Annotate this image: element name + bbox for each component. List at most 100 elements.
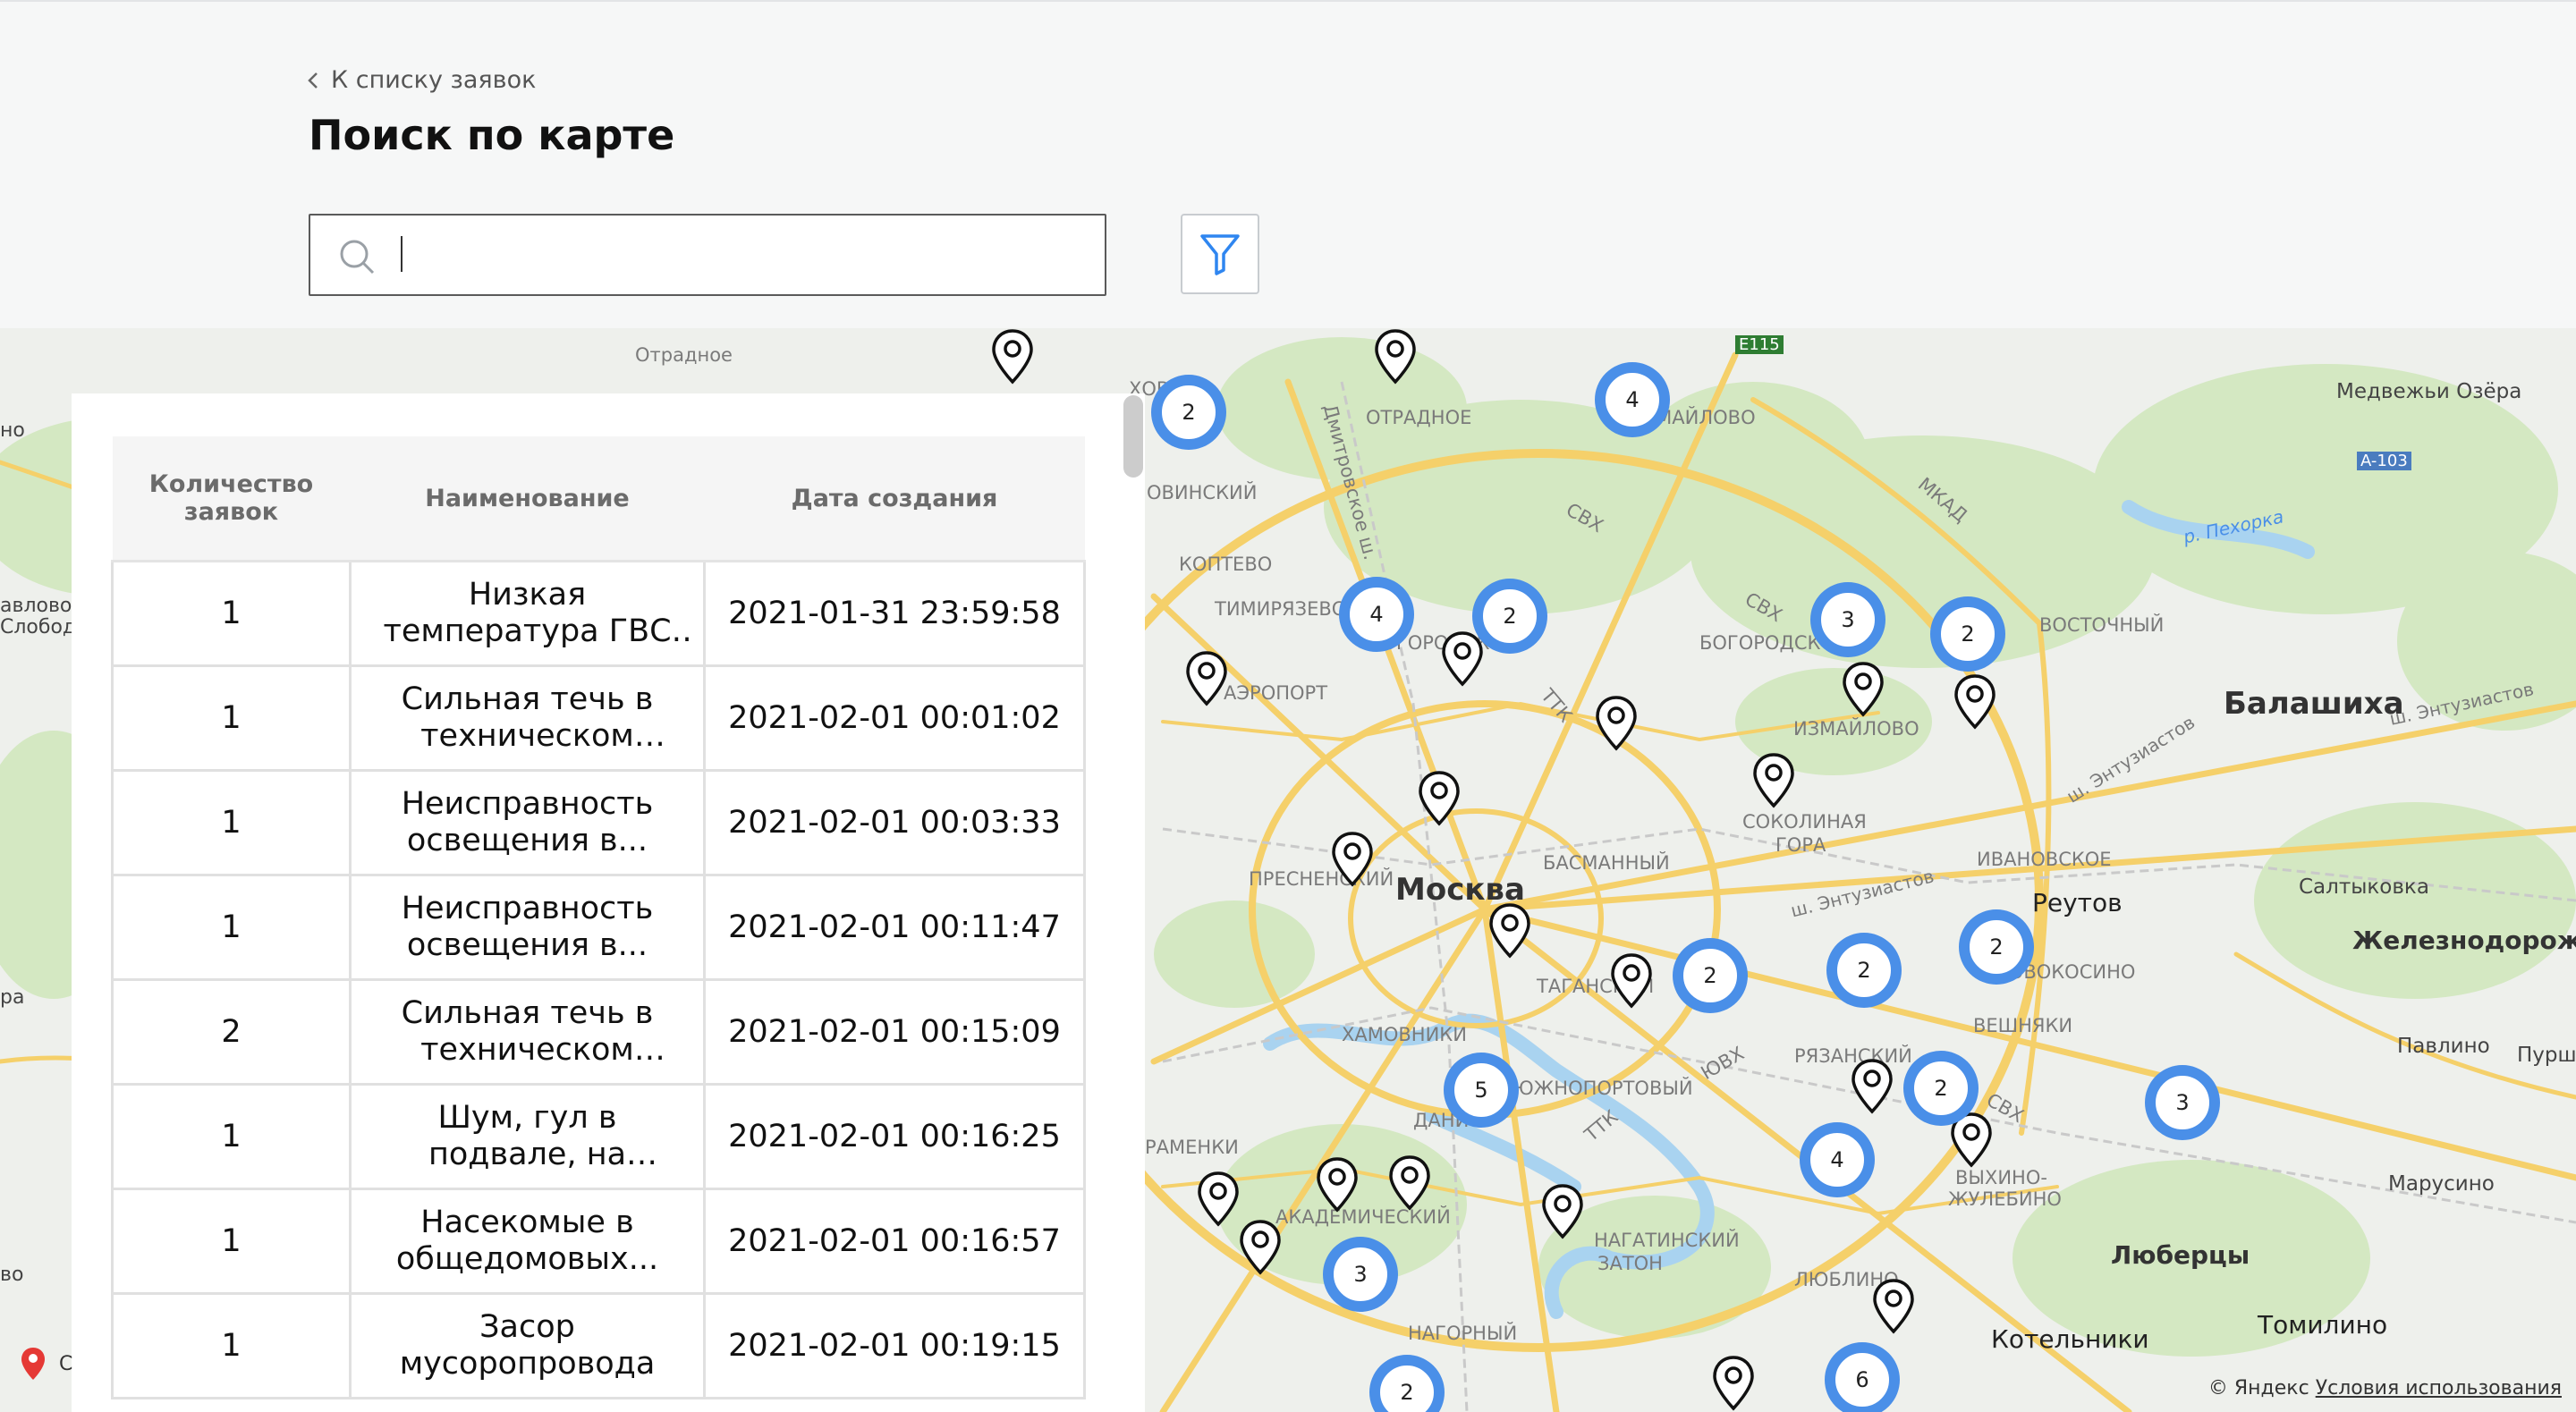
map-pin-icon[interactable] <box>1373 328 1418 385</box>
map-cluster[interactable]: 2 <box>1930 596 2005 672</box>
map-pin-icon[interactable] <box>1315 1156 1360 1213</box>
map-cluster[interactable]: 3 <box>1810 582 1885 657</box>
map-cluster[interactable]: 2 <box>1826 933 1902 1008</box>
map-pin-icon[interactable] <box>1850 1058 1894 1115</box>
cell-date: 2021-02-01 00:01:02 <box>703 664 1086 772</box>
back-link[interactable]: К списку заявок <box>306 66 536 94</box>
map-cluster[interactable]: 5 <box>1444 1053 1519 1128</box>
map-cluster[interactable]: 4 <box>1339 577 1414 652</box>
map-pin-icon[interactable] <box>1540 1183 1585 1240</box>
map-cluster[interactable]: 2 <box>1472 579 1547 654</box>
map-label: АЭРОПОРТ <box>1224 682 1328 704</box>
map-label: ИВАНОВСКОЕ <box>1977 849 2112 870</box>
cell-count: 1 <box>111 1188 352 1295</box>
cell-name-text: Неисправность освещения в... <box>401 891 654 963</box>
back-link-label: К списку заявок <box>331 66 537 94</box>
cell-name-text: Сильная течь в техническом шкафу.. <box>401 681 654 754</box>
cell-date: 2021-02-01 00:15:09 <box>703 978 1086 1086</box>
panel-scrollbar[interactable] <box>1123 395 1143 478</box>
cell-date: 2021-02-01 00:19:15 <box>703 1292 1086 1399</box>
table-row[interactable]: 1 Низкая температура ГВС (горячая вода) … <box>111 560 1086 667</box>
map-pin-icon[interactable] <box>1487 902 1532 960</box>
map-cluster[interactable]: 4 <box>1800 1122 1875 1197</box>
column-header-count: Количество заявок <box>112 436 351 562</box>
cell-name: Насекомые в общедомовых... <box>349 1188 706 1295</box>
cell-name-text: Низкая температура ГВС (горячая вода) <box>383 577 672 649</box>
map-label: ОВИНСКИЙ <box>1147 482 1258 503</box>
map-label: авлово <box>0 595 72 617</box>
table-row[interactable]: 1 Сильная течь в техническом шкафу.. 202… <box>111 664 1086 772</box>
cell-date: 2021-01-31 23:59:58 <box>703 560 1086 667</box>
map-label: Котельники <box>1991 1324 2149 1354</box>
table-row[interactable]: 1 Неисправность освещения в... 2021-02-0… <box>111 769 1086 876</box>
map-cluster[interactable]: 2 <box>1903 1051 1979 1126</box>
map-label: НАГАТИНСКИЙ <box>1594 1230 1740 1251</box>
search-field[interactable] <box>309 214 1106 296</box>
map-pin-icon[interactable] <box>990 328 1035 385</box>
map-cluster[interactable]: 2 <box>1151 375 1226 450</box>
cell-date: 2021-02-01 00:16:57 <box>703 1188 1086 1295</box>
map-cluster[interactable]: 4 <box>1595 362 1670 437</box>
map-pin-icon[interactable] <box>1330 831 1375 888</box>
map-label: БАСМАННЫЙ <box>1543 852 1670 874</box>
map-label: Реутов <box>2032 888 2123 917</box>
map-label: ГОРА <box>1775 834 1826 856</box>
map-attribution: © Яндекс Условия использования <box>2208 1377 2562 1399</box>
map-pin-icon[interactable] <box>1440 630 1485 688</box>
cell-count: 1 <box>111 769 352 876</box>
cell-date: 2021-02-01 00:03:33 <box>703 769 1086 876</box>
cell-name-text: Шум, гул в подвале, на техническом... <box>428 1100 627 1172</box>
map-label: НАГОРНЫЙ <box>1408 1323 1518 1344</box>
column-header-date: Дата создания <box>704 436 1085 562</box>
map-pin-icon[interactable] <box>1751 752 1796 809</box>
cell-name: Низкая температура ГВС (горячая вода) <box>349 560 706 667</box>
terms-link[interactable]: Условия использования <box>2316 1377 2562 1399</box>
cell-name: Неисправность освещения в... <box>349 874 706 981</box>
cell-count: 1 <box>111 874 352 981</box>
cell-name-text: Сильная течь в техническом шкафу.. <box>401 995 654 1068</box>
table-row[interactable]: 1 Шум, гул в подвале, на техническом... … <box>111 1083 1086 1190</box>
cell-count: 1 <box>111 1083 352 1190</box>
map-label: Павлино <box>2397 1035 2490 1058</box>
search-input[interactable] <box>400 232 1083 282</box>
cell-date: 2021-02-01 00:16:25 <box>703 1083 1086 1190</box>
map-label: ИЗМАЙЛОВО <box>1793 718 1919 740</box>
map-pin-icon[interactable] <box>1196 1171 1241 1228</box>
map-label: ра <box>0 986 25 1009</box>
map-pin-icon[interactable] <box>1387 1154 1432 1212</box>
table-row[interactable]: 1 Засор мусоропровода 2021-02-01 00:19:1… <box>111 1292 1086 1399</box>
map-pin-icon[interactable] <box>1184 650 1229 707</box>
table-row[interactable]: 2 Сильная течь в техническом шкафу.. 202… <box>111 978 1086 1086</box>
map-label: ЖУЛЕБИНО <box>1948 1188 2062 1210</box>
map-pin-icon[interactable] <box>1953 673 1997 731</box>
map-pin-icon[interactable] <box>1594 695 1639 752</box>
map-label: Железнодорожный <box>2352 926 2576 955</box>
map-pin-icon[interactable] <box>1841 661 1885 718</box>
cell-name-text: Неисправность освещения в... <box>401 786 654 858</box>
map-cluster[interactable]: 3 <box>1323 1237 1398 1312</box>
map-pin-icon[interactable] <box>1609 952 1654 1010</box>
map-view[interactable]: Отрадное ОТРАДНОЕ ИЗМАЙЛОВО ХОВРИН ОВИНС… <box>0 328 2576 1412</box>
map-label: во <box>0 1264 24 1286</box>
map-label: Томилино <box>2258 1310 2388 1340</box>
map-pin-icon[interactable] <box>1238 1219 1283 1276</box>
map-label: ХАМОВНИКИ <box>1342 1024 1467 1045</box>
map-pin-icon[interactable] <box>1417 770 1462 827</box>
map-label: ВЕШНЯКИ <box>1973 1015 2073 1036</box>
map-cluster[interactable]: 6 <box>1825 1342 1900 1412</box>
map-cluster[interactable]: 3 <box>2145 1065 2220 1140</box>
cell-count: 1 <box>111 1292 352 1399</box>
map-pin-icon[interactable] <box>1871 1278 1916 1335</box>
cell-name-text: Насекомые в общедомовых... <box>395 1205 659 1277</box>
table-row[interactable]: 1 Неисправность освещения в... 2021-02-0… <box>111 874 1086 981</box>
map-pin-icon[interactable] <box>1711 1355 1756 1412</box>
map-cluster[interactable]: 2 <box>1673 938 1748 1013</box>
filter-button[interactable] <box>1181 214 1259 294</box>
map-cluster[interactable]: 2 <box>1959 909 2034 985</box>
map-label: но <box>0 419 25 442</box>
map-label: ОТРАДНОЕ <box>1366 407 1472 428</box>
requests-table: Количество заявок Наименование Дата созд… <box>111 436 1086 1399</box>
location-pin-icon[interactable] <box>20 1346 47 1382</box>
table-row[interactable]: 1 Насекомые в общедомовых... 2021-02-01 … <box>111 1188 1086 1295</box>
text-cursor <box>401 236 402 272</box>
